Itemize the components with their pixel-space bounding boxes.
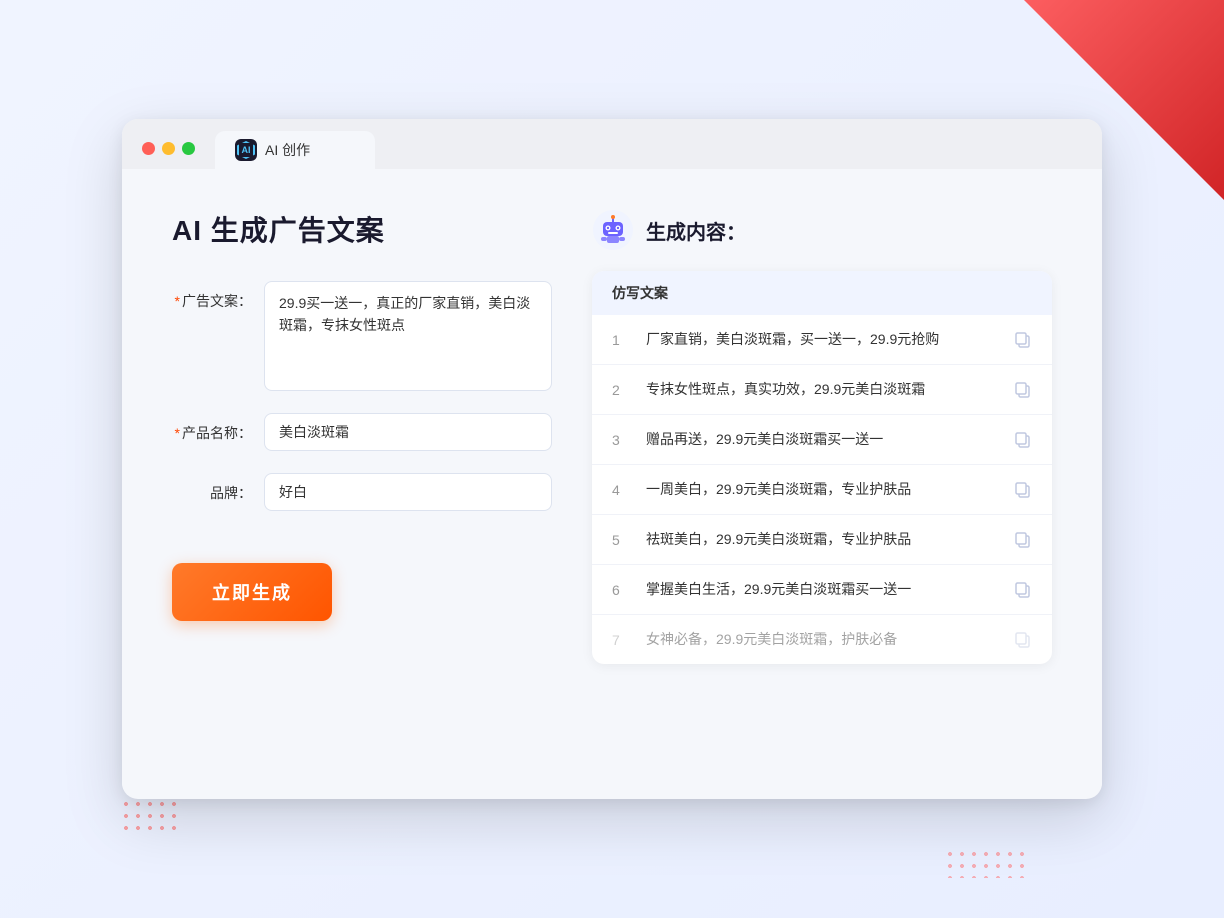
row-number: 6 [612, 582, 630, 598]
product-name-label: *产品名称： [172, 413, 252, 443]
browser-window: AI AI 创作 AI 生成广告文案 *广告文案： *产品名称： [122, 119, 1102, 799]
required-star-1: * [175, 293, 180, 309]
tab-icon: AI [235, 139, 257, 161]
product-name-input[interactable] [264, 413, 552, 451]
copy-icon[interactable] [1014, 431, 1032, 449]
result-table: 仿写文案 1 厂家直销，美白淡斑霜，买一送一，29.9元抢购 2 专抹女性斑点，真实… [592, 271, 1052, 664]
required-star-2: * [175, 425, 180, 441]
row-number: 3 [612, 432, 630, 448]
table-row: 1 厂家直销，美白淡斑霜，买一送一，29.9元抢购 [592, 315, 1052, 365]
table-header: 仿写文案 [592, 271, 1052, 315]
row-number: 7 [612, 632, 630, 648]
minimize-button[interactable] [162, 142, 175, 155]
copy-icon[interactable] [1014, 381, 1032, 399]
ad-copy-label: *广告文案： [172, 281, 252, 311]
row-text: 祛斑美白，29.9元美白淡斑霜，专业护肤品 [646, 529, 998, 550]
result-header: 生成内容： [592, 209, 1052, 251]
table-row: 2 专抹女性斑点，真实功效，29.9元美白淡斑霜 [592, 365, 1052, 415]
row-text: 赠品再送，29.9元美白淡斑霜买一送一 [646, 429, 998, 450]
right-panel: 生成内容： 仿写文案 1 厂家直销，美白淡斑霜，买一送一，29.9元抢购 2 专抹女… [592, 209, 1052, 749]
tab-label: AI 创作 [265, 140, 310, 160]
table-row: 6 掌握美白生活，29.9元美白淡斑霜买一送一 [592, 565, 1052, 615]
row-text: 专抹女性斑点，真实功效，29.9元美白淡斑霜 [646, 379, 998, 400]
ad-copy-group: *广告文案： [172, 281, 552, 391]
copy-icon[interactable] [1014, 581, 1032, 599]
row-text: 一周美白，29.9元美白淡斑霜，专业护肤品 [646, 479, 998, 500]
row-number: 2 [612, 382, 630, 398]
copy-icon[interactable] [1014, 331, 1032, 349]
row-number: 4 [612, 482, 630, 498]
row-number: 5 [612, 532, 630, 548]
tab-icon-text: AI [242, 145, 251, 155]
row-number: 1 [612, 332, 630, 348]
window-controls [142, 142, 195, 155]
left-panel: AI 生成广告文案 *广告文案： *产品名称： 品牌： 立 [172, 209, 552, 749]
row-text: 厂家直销，美白淡斑霜，买一送一，29.9元抢购 [646, 329, 998, 350]
row-text: 女神必备，29.9元美白淡斑霜，护肤必备 [646, 629, 998, 650]
browser-tab[interactable]: AI AI 创作 [215, 131, 375, 169]
copy-icon[interactable] [1014, 631, 1032, 649]
bg-decoration-dots-right [944, 848, 1024, 878]
browser-content: AI 生成广告文案 *广告文案： *产品名称： 品牌： 立 [122, 169, 1102, 789]
brand-label: 品牌： [172, 473, 252, 503]
copy-icon[interactable] [1014, 481, 1032, 499]
table-row: 4 一周美白，29.9元美白淡斑霜，专业护肤品 [592, 465, 1052, 515]
bg-decoration-dots-left [120, 798, 180, 838]
brand-input[interactable] [264, 473, 552, 511]
close-button[interactable] [142, 142, 155, 155]
brand-group: 品牌： [172, 473, 552, 511]
result-rows: 1 厂家直销，美白淡斑霜，买一送一，29.9元抢购 2 专抹女性斑点，真实功效，29… [592, 315, 1052, 664]
product-name-group: *产品名称： [172, 413, 552, 451]
ad-copy-input[interactable] [264, 281, 552, 391]
maximize-button[interactable] [182, 142, 195, 155]
table-row: 7 女神必备，29.9元美白淡斑霜，护肤必备 [592, 615, 1052, 664]
row-text: 掌握美白生活，29.9元美白淡斑霜买一送一 [646, 579, 998, 600]
page-title: AI 生成广告文案 [172, 209, 552, 249]
result-title: 生成内容： [646, 216, 746, 245]
robot-icon [592, 209, 634, 251]
copy-icon[interactable] [1014, 531, 1032, 549]
table-row: 5 祛斑美白，29.9元美白淡斑霜，专业护肤品 [592, 515, 1052, 565]
table-row: 3 赠品再送，29.9元美白淡斑霜买一送一 [592, 415, 1052, 465]
browser-chrome: AI AI 创作 [122, 119, 1102, 169]
generate-button[interactable]: 立即生成 [172, 563, 332, 621]
